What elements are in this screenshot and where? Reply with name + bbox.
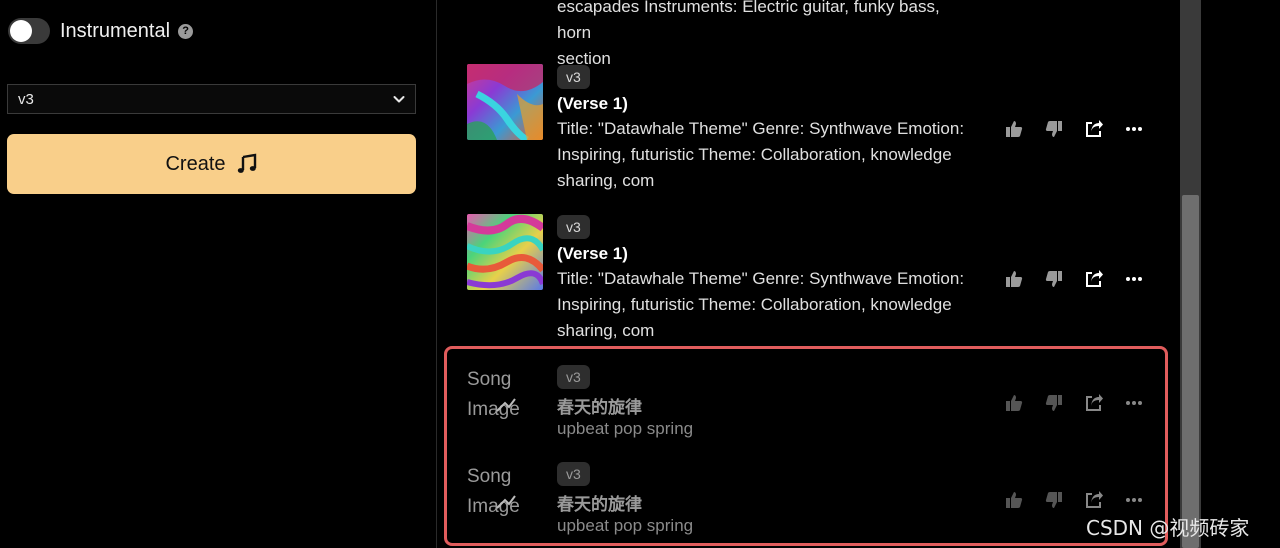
thumbs-down-icon xyxy=(1045,395,1062,411)
music-note-icon xyxy=(237,153,256,173)
share-button[interactable] xyxy=(1084,392,1124,414)
song-actions xyxy=(1004,118,1164,140)
like-button[interactable] xyxy=(1004,268,1044,290)
scrollbar-thumb[interactable] xyxy=(1182,195,1199,548)
song-description-fragment: escapades Instruments: Electric guitar, … xyxy=(557,0,977,72)
like-button[interactable] xyxy=(1004,489,1044,511)
watermark: CSDN @视频砖家 xyxy=(1086,516,1250,540)
thumbs-up-icon xyxy=(1006,492,1023,508)
song-actions xyxy=(1004,489,1164,511)
alt-text: Song xyxy=(467,369,512,390)
desc-line: Title: "Datawhale Theme" Genre: Synthwav… xyxy=(557,119,965,138)
song-thumbnail[interactable] xyxy=(467,64,543,140)
more-button[interactable] xyxy=(1124,118,1164,140)
desc-line: Title: "Datawhale Theme" Genre: Synthwav… xyxy=(557,269,965,288)
dislike-button[interactable] xyxy=(1044,118,1084,140)
dislike-button[interactable] xyxy=(1044,489,1084,511)
more-icon xyxy=(1126,498,1142,502)
song-thumbnail-broken[interactable]: Song Image xyxy=(467,462,549,522)
more-icon xyxy=(1126,401,1142,405)
more-button[interactable] xyxy=(1124,489,1164,511)
desc-line: sharing, com xyxy=(557,171,655,190)
create-panel: Instrumental ? v3 Create xyxy=(0,0,437,548)
song-actions xyxy=(1004,268,1164,290)
desc-line: Inspiring, futuristic Theme: Collaborati… xyxy=(557,295,952,314)
dislike-button[interactable] xyxy=(1044,392,1084,414)
thumbs-up-icon xyxy=(1006,271,1023,287)
chevron-down-icon xyxy=(393,96,405,103)
more-button[interactable] xyxy=(1124,268,1164,290)
share-button[interactable] xyxy=(1084,268,1124,290)
song-title[interactable]: 春天的旋律 xyxy=(557,393,642,418)
like-button[interactable] xyxy=(1004,118,1044,140)
desc-line: upbeat pop spring xyxy=(557,419,694,438)
more-button[interactable] xyxy=(1124,392,1164,414)
instrumental-toggle[interactable] xyxy=(8,18,50,44)
version-badge: v3 xyxy=(557,65,590,89)
song-description: Title: "Datawhale Theme" Genre: Synthwav… xyxy=(557,266,977,344)
share-icon xyxy=(1086,491,1103,508)
desc-line: upbeat pop spring xyxy=(557,516,694,535)
dislike-button[interactable] xyxy=(1044,268,1084,290)
thumbs-up-icon xyxy=(1006,121,1023,137)
help-icon[interactable]: ? xyxy=(178,23,194,39)
share-button[interactable] xyxy=(1084,118,1124,140)
share-button[interactable] xyxy=(1084,489,1124,511)
share-icon xyxy=(1086,120,1103,137)
desc-line: Inspiring, futuristic Theme: Collaborati… xyxy=(557,145,952,164)
create-label: Create xyxy=(165,152,226,175)
toggle-knob xyxy=(10,20,32,42)
alt-text: Song xyxy=(467,466,512,487)
more-icon xyxy=(1126,277,1142,281)
model-select-value: v3 xyxy=(18,90,34,108)
song-title[interactable]: (Verse 1) xyxy=(557,94,628,114)
song-title[interactable]: (Verse 1) xyxy=(557,244,628,264)
desc-line: sharing, com xyxy=(557,321,655,340)
song-list: escapades Instruments: Electric guitar, … xyxy=(438,0,1180,548)
share-icon xyxy=(1086,270,1103,287)
song-description: upbeat pop spring xyxy=(557,416,977,442)
broken-image-icon xyxy=(496,495,516,509)
share-icon xyxy=(1086,394,1103,411)
create-button[interactable]: Create xyxy=(7,134,416,194)
broken-image-icon xyxy=(496,398,516,412)
song-description: Title: "Datawhale Theme" Genre: Synthwav… xyxy=(557,116,977,194)
song-description: upbeat pop spring xyxy=(557,513,977,539)
more-icon xyxy=(1126,127,1142,131)
thumbs-up-icon xyxy=(1006,395,1023,411)
fragment-line: escapades Instruments: Electric guitar, … xyxy=(557,0,940,42)
fragment-line: section xyxy=(557,49,611,68)
song-actions xyxy=(1004,392,1164,414)
thumbs-down-icon xyxy=(1045,271,1062,287)
song-title[interactable]: 春天的旋律 xyxy=(557,490,642,515)
instrumental-label: Instrumental xyxy=(60,19,171,42)
thumbs-down-icon xyxy=(1045,492,1062,508)
version-badge: v3 xyxy=(557,365,590,389)
song-thumbnail[interactable] xyxy=(467,214,543,290)
version-badge: v3 xyxy=(557,462,590,486)
song-thumbnail-broken[interactable]: Song Image xyxy=(467,365,549,425)
instrumental-row: Instrumental ? xyxy=(8,18,194,44)
right-margin xyxy=(1201,0,1280,548)
thumbs-down-icon xyxy=(1045,121,1062,137)
like-button[interactable] xyxy=(1004,392,1044,414)
model-select[interactable]: v3 xyxy=(7,84,416,114)
version-badge: v3 xyxy=(557,215,590,239)
